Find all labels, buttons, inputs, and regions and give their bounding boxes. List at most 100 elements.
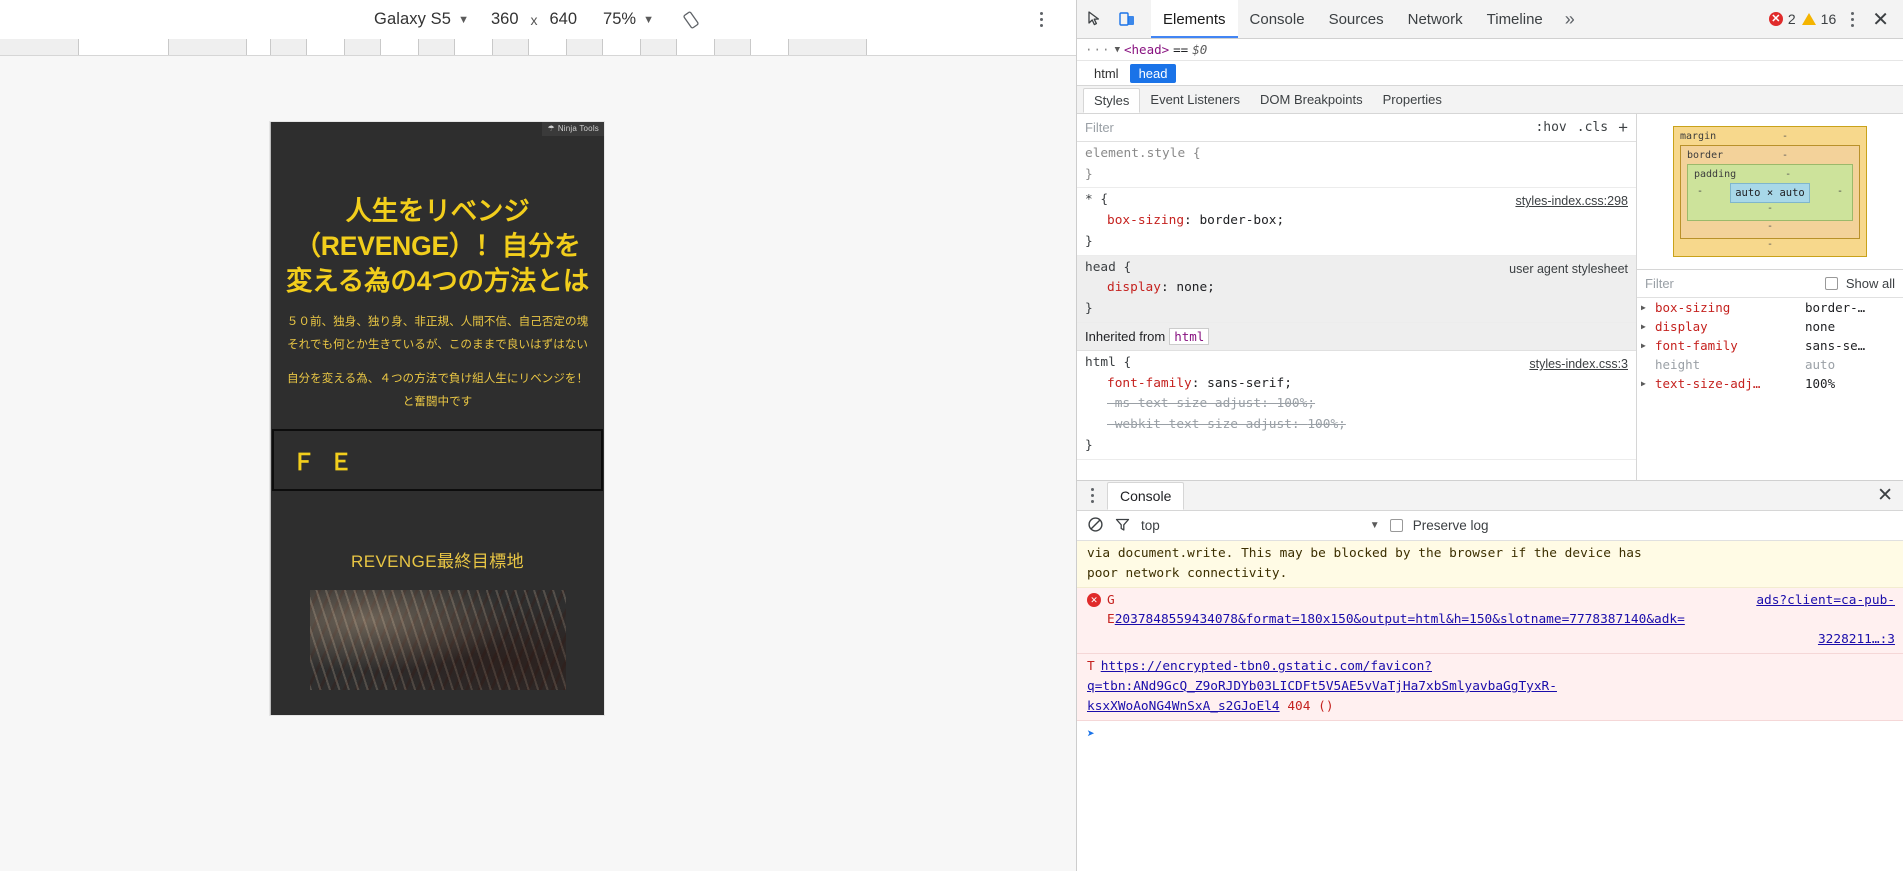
computed-property-name: box-sizing xyxy=(1655,300,1731,315)
css-rule-head-ua[interactable]: user agent stylesheet head { display: no… xyxy=(1077,255,1636,323)
console-message-list[interactable]: via document.write. This may be blocked … xyxy=(1077,541,1903,871)
warning-count-badge[interactable]: 16 xyxy=(1801,11,1836,27)
device-selector-label[interactable]: Galaxy S5 xyxy=(374,10,451,29)
error-message-text: G ads?client=ca-pub- E 2037848559434078&… xyxy=(1107,591,1895,650)
breadcrumb-head[interactable]: head xyxy=(1129,63,1177,83)
show-all-checkbox[interactable] xyxy=(1824,277,1838,290)
styles-filter-input[interactable]: Filter xyxy=(1085,120,1525,135)
css-rule-html[interactable]: styles-index.css:3 html { font-family: s… xyxy=(1077,351,1636,460)
rule-source-link[interactable]: styles-index.css:298 xyxy=(1515,191,1628,211)
mobile-page-content[interactable]: ☂ Ninja Tools 人生をリベンジ（REVENGE）！自分を変える為の4… xyxy=(270,122,604,715)
chevron-down-icon-context[interactable]: ▼ xyxy=(1370,520,1380,531)
error-source-link-line-2[interactable]: 2037848559434078&format=180x150&output=h… xyxy=(1115,610,1685,630)
more-tabs-button[interactable]: » xyxy=(1555,9,1585,30)
margin-top-value[interactable]: - xyxy=(1782,131,1788,142)
css-declaration[interactable]: font-family: sans-serif; xyxy=(1085,374,1630,395)
computed-row[interactable]: height auto xyxy=(1637,355,1903,374)
computed-row[interactable]: ▶ box-sizing border-… xyxy=(1637,298,1903,317)
viewport-width-input[interactable]: 360 xyxy=(491,10,519,29)
selected-node-line[interactable]: ··· ▼ <head> == $0 xyxy=(1077,39,1903,61)
tab-elements[interactable]: Elements xyxy=(1151,0,1238,38)
new-style-rule-button[interactable]: + xyxy=(1618,118,1628,138)
emulated-viewport[interactable]: ☂ Ninja Tools 人生をリベンジ（REVENGE）！自分を変える為の4… xyxy=(0,56,1076,871)
tab-properties[interactable]: Properties xyxy=(1373,88,1452,111)
chevron-down-icon-zoom[interactable]: ▼ xyxy=(643,14,654,26)
close-devtools-icon[interactable]: ✕ xyxy=(1868,7,1893,32)
error-message-text-2: T https://encrypted-tbn0.gstatic.com/fav… xyxy=(1087,657,1895,716)
padding-top-value[interactable]: - xyxy=(1785,169,1791,180)
margin-bottom-value[interactable]: - xyxy=(1767,239,1773,250)
box-model-border[interactable]: border - padding - - auto × auto - - - xyxy=(1680,145,1860,239)
node-ellipsis[interactable]: ··· xyxy=(1085,42,1111,57)
tab-event-listeners[interactable]: Event Listeners xyxy=(1140,88,1250,111)
error-status-code: 404 () xyxy=(1287,698,1334,714)
console-warning-message[interactable]: via document.write. This may be blocked … xyxy=(1077,541,1903,588)
css-declaration[interactable]: box-sizing: border-box; xyxy=(1085,211,1630,232)
box-model-padding[interactable]: padding - - auto × auto - - xyxy=(1687,164,1853,221)
box-model-margin[interactable]: margin - border - padding - - auto × aut… xyxy=(1673,126,1867,257)
inspect-element-icon[interactable] xyxy=(1079,3,1111,35)
rotate-device-icon[interactable] xyxy=(680,9,702,31)
breadcrumb: html head xyxy=(1077,61,1903,86)
computed-row[interactable]: ▶ display none xyxy=(1637,317,1903,336)
expand-triangle-icon[interactable]: ▶ xyxy=(1641,379,1651,388)
ninja-tools-badge[interactable]: ☂ Ninja Tools xyxy=(542,122,604,136)
expand-triangle-icon[interactable]: ▶ xyxy=(1641,303,1651,312)
padding-right-value[interactable]: - xyxy=(1834,186,1846,197)
drawer-tab-console[interactable]: Console xyxy=(1107,482,1185,510)
devtools-menu-icon[interactable] xyxy=(1842,11,1862,27)
tab-sources[interactable]: Sources xyxy=(1317,0,1396,38)
border-top-value[interactable]: - xyxy=(1782,150,1788,161)
expand-triangle-icon[interactable]: ▶ xyxy=(1641,322,1651,331)
error-source-link-line-1[interactable]: ads?client=ca-pub- xyxy=(1756,591,1895,611)
node-variable: $0 xyxy=(1192,42,1208,57)
css-declaration-overridden[interactable]: -ms-text-size-adjust: 100%; xyxy=(1085,394,1630,415)
toggle-device-toolbar-icon[interactable] xyxy=(1111,3,1143,35)
chevron-down-icon[interactable]: ▼ xyxy=(458,14,469,26)
error-count-label: 2 xyxy=(1787,11,1796,27)
error-source-link-line-3[interactable]: 3228211…:3 xyxy=(1818,632,1895,647)
expand-triangle-icon[interactable]: ▼ xyxy=(1115,45,1120,55)
rule-source-link[interactable]: styles-index.css:3 xyxy=(1529,354,1628,374)
element-classes-button[interactable]: .cls xyxy=(1577,120,1608,135)
breadcrumb-html[interactable]: html xyxy=(1085,64,1128,83)
device-toolbar: Galaxy S5 ▼ 360 x 640 75% ▼ xyxy=(0,0,1076,39)
css-declaration-overridden[interactable]: -webkit-text-size-adjust: 100%; xyxy=(1085,415,1630,436)
fe-banner-box[interactable]: Ｆ Ｅ xyxy=(272,429,603,492)
tab-network[interactable]: Network xyxy=(1396,0,1475,38)
tab-timeline[interactable]: Timeline xyxy=(1475,0,1555,38)
device-toolbar-menu-button[interactable] xyxy=(1032,11,1050,29)
viewport-height-input[interactable]: 640 xyxy=(550,10,578,29)
tab-console[interactable]: Console xyxy=(1238,0,1317,38)
border-bottom-value[interactable]: - xyxy=(1767,221,1773,232)
padding-bottom-value[interactable]: - xyxy=(1767,203,1773,214)
console-context-selector[interactable]: top xyxy=(1141,518,1160,533)
computed-row[interactable]: ▶ font-family sans-se… xyxy=(1637,336,1903,355)
filter-icon[interactable] xyxy=(1114,516,1131,536)
computed-filter-input[interactable]: Filter xyxy=(1645,276,1817,291)
zoom-level-label[interactable]: 75% xyxy=(603,10,636,29)
drawer-menu-icon[interactable] xyxy=(1083,488,1101,503)
css-rule-universal[interactable]: styles-index.css:298 * { box-sizing: bor… xyxy=(1077,188,1636,256)
error-url-line-2[interactable]: q=tbn:ANd9GcQ_Z9oRJDYb03LICDFt5V5AE5vVaT… xyxy=(1087,679,1557,694)
expand-triangle-icon[interactable]: ▶ xyxy=(1641,341,1651,350)
css-declaration[interactable]: display: none; xyxy=(1085,278,1630,299)
error-count-badge[interactable]: ✕ 2 xyxy=(1768,11,1796,27)
computed-row[interactable]: ▶ text-size-adj… 100% xyxy=(1637,374,1903,393)
close-drawer-icon[interactable]: ✕ xyxy=(1877,484,1893,507)
padding-left-value[interactable]: - xyxy=(1694,186,1706,197)
css-rule-element-style[interactable]: element.style { } xyxy=(1077,142,1636,189)
clear-console-icon[interactable] xyxy=(1087,516,1104,536)
console-error-message-2[interactable]: T https://encrypted-tbn0.gstatic.com/fav… xyxy=(1077,654,1903,721)
inherited-source-node[interactable]: html xyxy=(1169,327,1210,345)
fe-banner-label: Ｆ Ｅ xyxy=(292,449,357,476)
error-url-line-3[interactable]: ksxXWoAoNG4WnSxA_s2GJoEl4 xyxy=(1087,699,1280,714)
tab-styles[interactable]: Styles xyxy=(1083,87,1141,113)
box-model-content[interactable]: auto × auto xyxy=(1730,183,1810,203)
console-input-prompt[interactable]: ➤ xyxy=(1077,721,1903,749)
console-error-message[interactable]: ✕ G ads?client=ca-pub- E 203784855943407… xyxy=(1077,587,1903,655)
preserve-log-checkbox[interactable] xyxy=(1389,519,1403,532)
force-state-button[interactable]: :hov xyxy=(1535,120,1566,135)
error-url-line-1[interactable]: https://encrypted-tbn0.gstatic.com/favic… xyxy=(1101,657,1432,677)
tab-dom-breakpoints[interactable]: DOM Breakpoints xyxy=(1250,88,1373,111)
